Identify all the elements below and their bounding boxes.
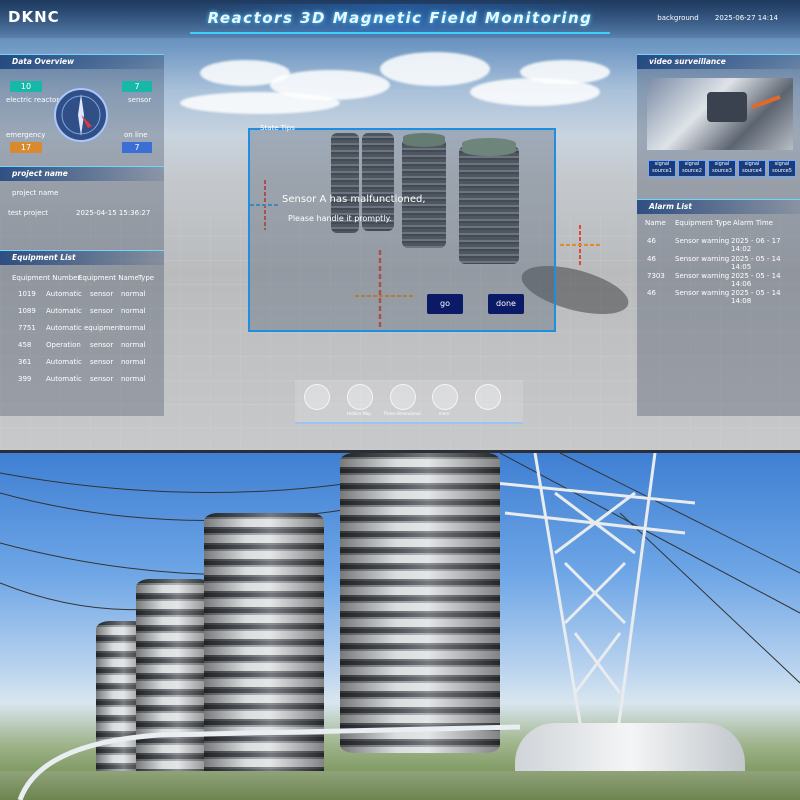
col-type: Type (138, 274, 155, 282)
project-name-value: test project (8, 209, 48, 217)
toolbar-home-icon[interactable] (304, 384, 330, 410)
col-equipment-name: Equipment Name (78, 274, 139, 282)
table-row[interactable]: 399 Automatic sensor normal (0, 375, 160, 389)
three-dimensional-label: Three-dimensional (383, 411, 421, 416)
data-overview-header: Data Overview (0, 54, 164, 69)
transmission-tower (495, 453, 695, 753)
state-tips-dialog: State Tips Sensor A has malfunctioned, P… (248, 124, 556, 332)
project-name-label: project name (12, 189, 59, 197)
reactor-coil (340, 453, 500, 753)
more-label: more (438, 411, 450, 416)
project-header: project name (0, 166, 164, 181)
signal-source4-button[interactable]: signal source4 (738, 160, 766, 177)
alarm-row[interactable]: 46 Sensor warning 2025 - 06 - 17 14:02 (637, 237, 797, 253)
app-logo: DKNC (8, 8, 60, 26)
on-line-label: on line (124, 131, 148, 139)
col-name: Name (645, 219, 666, 227)
header-datetime: background 2025-06-27 14:14 (657, 14, 778, 22)
toolbar-location-icon[interactable] (475, 384, 501, 410)
cloud (520, 60, 610, 84)
cloud (380, 52, 490, 86)
signal-source5-button[interactable]: signal source5 (768, 160, 796, 177)
signal-source3-button[interactable]: signal source3 (708, 160, 736, 177)
video-header: video surveillance (637, 54, 800, 69)
dashboard-screen: DKNC Reactors 3D Magnetic Field Monitori… (0, 0, 800, 453)
page-title: Reactors 3D Magnetic Field Monitoring (207, 9, 593, 27)
dialog-message: Sensor A has malfunctioned, (282, 194, 426, 205)
video-cable (751, 94, 781, 110)
equipment-list-header: Equipment List (0, 250, 164, 265)
project-date: 2025-04-15 15:36:27 (76, 209, 151, 217)
video-feed[interactable] (647, 78, 793, 150)
electric-reactor-count: 10 (10, 81, 42, 92)
right-panel: video surveillance signal source1 signal… (637, 54, 800, 416)
toolbar-hidden-map-icon[interactable] (347, 384, 373, 410)
toolbar-more-icon[interactable] (432, 384, 458, 410)
emergency-count: 17 (10, 142, 42, 153)
on-line-count: 7 (122, 142, 152, 153)
table-row[interactable]: 1089 Automatic sensor normal (0, 307, 160, 321)
go-button[interactable]: go (427, 294, 463, 314)
dialog-instruction: Please handle it promptly. (288, 214, 392, 223)
video-machine (707, 92, 747, 122)
table-row[interactable]: 361 Automatic sensor normal (0, 358, 160, 372)
table-row[interactable]: 458 Operation sensor normal (0, 341, 160, 355)
dialog-title: State Tips (260, 124, 295, 132)
alarm-row[interactable]: 46 Sensor warning 2025 - 05 - 14 14:08 (637, 289, 797, 305)
datetime-value: 2025-06-27 14:14 (714, 14, 778, 22)
table-row[interactable]: 7751 Automatic equipment normal (0, 324, 160, 338)
table-row[interactable]: 1019 Automatic sensor normal (0, 290, 160, 304)
compass-icon (54, 88, 108, 142)
done-button[interactable]: done (488, 294, 524, 314)
reactor-photo (0, 453, 800, 800)
col-equipment-type: Equipment Type (675, 219, 732, 227)
sensor-label: sensor (128, 96, 152, 104)
title-frame: Reactors 3D Magnetic Field Monitoring (190, 4, 610, 34)
sensor-count: 7 (122, 81, 152, 92)
col-alarm-time: Alarm Time (733, 219, 773, 227)
alarm-list-header: Alarm List (637, 199, 800, 214)
alarm-row[interactable]: 7303 Sensor warning 2025 - 05 - 14 14:06 (637, 272, 797, 288)
pipe (17, 724, 520, 800)
signal-source2-button[interactable]: signal source2 (678, 160, 706, 177)
col-equipment-number: Equipment Number (12, 274, 81, 282)
alarm-row[interactable]: 46 Sensor warning 2025 - 05 - 14 14:05 (637, 255, 797, 271)
left-panel: Data Overview 10 electric reactor 7 sens… (0, 54, 164, 416)
background-label[interactable]: background (657, 14, 698, 22)
emergency-label: emergency (6, 131, 46, 139)
signal-source1-button[interactable]: signal source1 (648, 160, 676, 177)
bottom-toolbar: Hidden Map Three-dimensional more (295, 380, 523, 424)
toolbar-3d-icon[interactable] (390, 384, 416, 410)
cloud (180, 92, 340, 114)
sensor-marker-icon[interactable] (560, 225, 600, 265)
hidden-map-label: Hidden Map (347, 411, 371, 416)
